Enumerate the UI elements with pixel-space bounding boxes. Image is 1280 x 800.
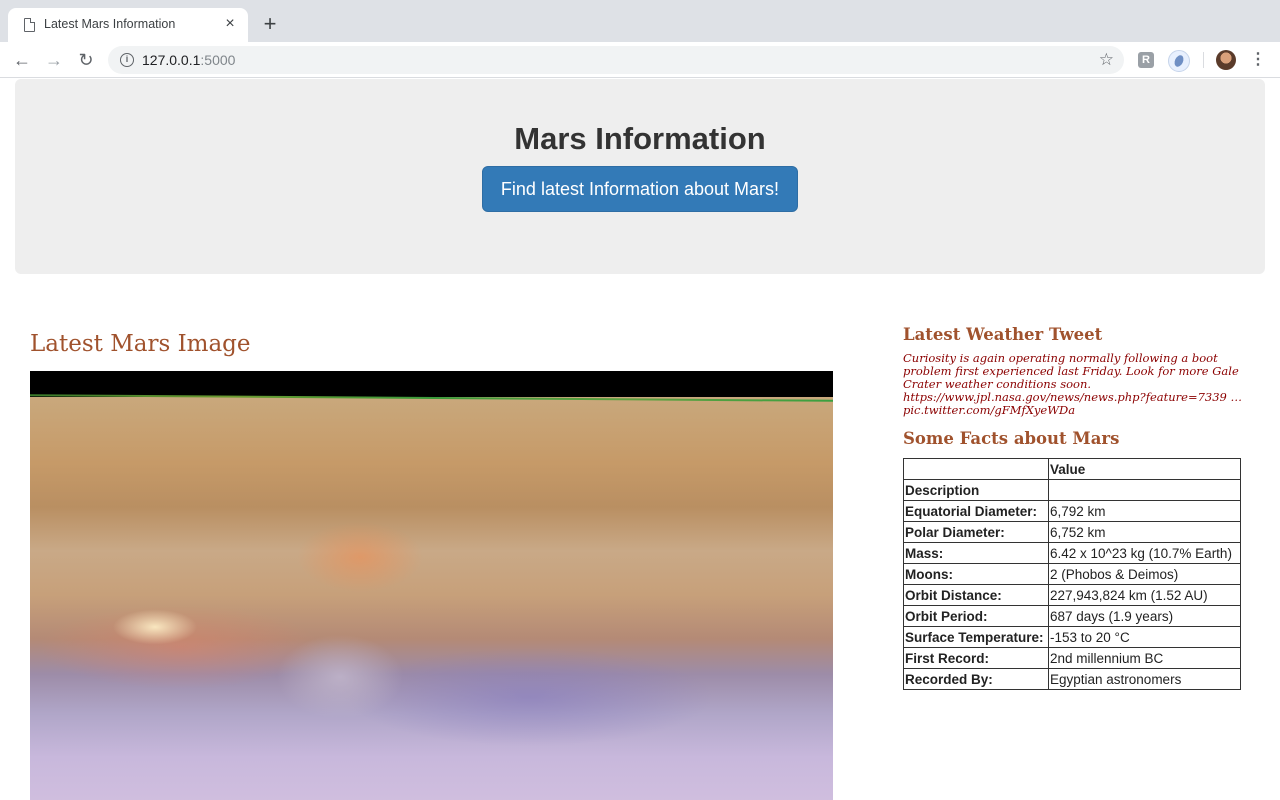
fact-label: Surface Temperature: [903,626,1049,648]
fact-value: 6,792 km [1048,500,1241,522]
tab-close-button[interactable]: × [220,14,240,34]
reload-icon[interactable]: ↻ [74,48,98,72]
browser-tabstrip: Latest Mars Information × + [0,0,1280,42]
address-bar[interactable]: i 127.0.0.1:5000 ☆ [108,46,1124,74]
fact-label: Mass: [903,542,1049,564]
table-header-row: Value [903,458,1241,480]
fact-label: Moons: [903,563,1049,585]
fact-value: 6.42 x 10^23 kg (10.7% Earth) [1048,542,1241,564]
fact-label: Description [903,479,1049,501]
header-jumbotron: Mars Information Find latest Information… [15,79,1265,274]
back-arrow-icon[interactable]: ← [10,48,34,72]
weather-tweet-text: Curiosity is again operating normally fo… [903,351,1242,417]
new-tab-button[interactable]: + [258,13,282,37]
fact-value [1048,479,1241,501]
fact-value: 227,943,824 km (1.52 AU) [1048,584,1241,606]
fact-value: 687 days (1.9 years) [1048,605,1241,627]
fact-label: Recorded By: [903,668,1049,690]
extension-icon[interactable]: R [1138,52,1154,68]
url-port: :5000 [200,52,236,68]
facts-heading: Some Facts about Mars [903,429,1120,448]
table-row: Moons: 2 (Phobos & Deimos) [903,563,1241,585]
fact-label: Equatorial Diameter: [903,500,1049,522]
fact-value: Egyptian astronomers [1048,668,1241,690]
table-row: Orbit Period: 687 days (1.9 years) [903,605,1241,627]
forward-arrow-icon[interactable]: → [42,48,66,72]
table-row: Surface Temperature: -153 to 20 °C [903,626,1241,648]
facts-table: Value Description Equatorial Diameter: 6,… [903,458,1241,690]
find-info-button[interactable]: Find latest Information about Mars! [482,166,798,212]
table-row: Polar Diameter: 6,752 km [903,521,1241,543]
mars-image [30,371,833,800]
planet-surface [30,397,833,800]
table-row: Description [903,479,1241,501]
url-text: 127.0.0.1:5000 [142,52,235,68]
table-header-cell: Value [1048,458,1241,480]
extension-icon[interactable] [1168,50,1190,72]
fact-value: 6,752 km [1048,521,1241,543]
url-host: 127.0.0.1 [142,52,201,68]
table-row: Recorded By: Egyptian astronomers [903,668,1241,690]
browser-tab[interactable]: Latest Mars Information × [8,8,248,42]
fact-value: -153 to 20 °C [1048,626,1241,648]
fact-label: First Record: [903,647,1049,669]
info-icon[interactable]: i [120,53,134,67]
weather-heading: Latest Weather Tweet [903,325,1103,344]
page-viewport: Mars Information Find latest Information… [0,79,1280,800]
fact-label: Orbit Period: [903,605,1049,627]
table-row: Mass: 6.42 x 10^23 kg (10.7% Earth) [903,542,1241,564]
profile-avatar[interactable] [1216,50,1236,70]
browser-toolbar: ← → ↻ i 127.0.0.1:5000 ☆ R ⋮ [0,42,1280,78]
fact-value: 2 (Phobos & Deimos) [1048,563,1241,585]
fact-value: 2nd millennium BC [1048,647,1241,669]
table-row: Equatorial Diameter: 6,792 km [903,500,1241,522]
bookmark-star-icon[interactable]: ☆ [1099,50,1114,70]
fact-label: Polar Diameter: [903,521,1049,543]
toolbar-divider [1203,52,1204,68]
menu-dots-icon[interactable]: ⋮ [1250,50,1266,70]
table-header-cell [903,458,1049,480]
table-row: First Record: 2nd millennium BC [903,647,1241,669]
mars-image-heading: Latest Mars Image [30,331,251,357]
page-title: Mars Information [514,121,766,156]
document-icon [24,18,35,32]
tab-title: Latest Mars Information [44,17,176,31]
fact-label: Orbit Distance: [903,584,1049,606]
table-row: Orbit Distance: 227,943,824 km (1.52 AU) [903,584,1241,606]
